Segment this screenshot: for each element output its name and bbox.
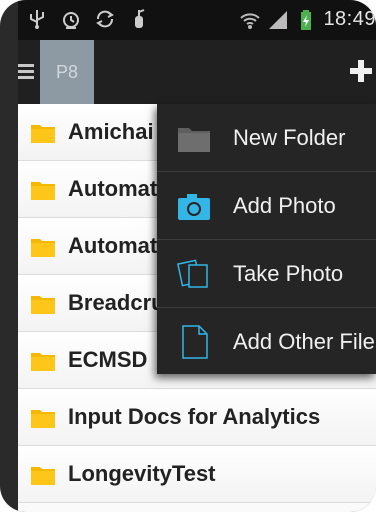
folder-icon [31,239,55,257]
drawer-icon[interactable] [18,64,34,80]
menu-item-take-photo[interactable]: Take Photo [157,240,376,308]
battery-charging-icon [295,9,317,31]
list-item[interactable]: Input Docs for Analytics [18,389,376,446]
photos-icon [177,259,208,288]
list-item-label: Breadcru [68,290,165,315]
menu-item-new-folder[interactable]: New Folder [157,104,376,172]
folder-icon [178,128,210,152]
app-title: P8 [55,61,79,82]
folder-icon [31,182,55,200]
menu-item-label: Add Photo [233,193,336,218]
list-item[interactable]: LongevityTest [18,446,376,503]
folder-icon [31,467,55,485]
sync-icon [94,8,116,30]
list-item-label: ECMSD [68,347,148,372]
screen: 18:49 P8 Amichai Automat Automat Breadcr… [18,0,376,512]
menu-item-label: Take Photo [233,261,344,286]
list-item-label: Automat [68,176,158,201]
folder-icon [31,410,55,428]
folder-icon [31,296,55,314]
folder-icon [31,353,55,371]
menu-item-label: Add Other File [233,329,375,354]
menu-item-label: New Folder [233,125,346,150]
app-title-button[interactable]: P8 [40,40,94,104]
list-item-label: LongevityTest [68,461,216,486]
add-menu: New Folder Add Photo Take Photo Add Othe… [157,104,376,374]
menu-item-add-other-file[interactable]: Add Other File [157,308,376,375]
wifi-icon [239,9,261,31]
usb-icon [26,8,48,30]
status-time: 18:49 [323,8,376,30]
phone-frame: 18:49 P8 Amichai Automat Automat Breadcr… [0,0,376,512]
list-item-label: Amichai [68,119,154,144]
status-system: 18:49 [239,8,376,31]
folder-icon [31,125,55,143]
alarm-icon [60,8,82,30]
camera-icon [178,194,210,220]
status-notifications [26,8,150,30]
list-item-label: Automat [68,233,158,258]
file-icon [182,325,208,359]
action-bar: P8 [18,40,376,104]
list-item-label: Input Docs for Analytics [68,404,321,429]
status-bar: 18:49 [18,0,376,40]
signal-icon [267,9,289,31]
menu-item-add-photo[interactable]: Add Photo [157,172,376,240]
debug-icon [128,8,150,30]
add-button[interactable] [350,60,372,82]
